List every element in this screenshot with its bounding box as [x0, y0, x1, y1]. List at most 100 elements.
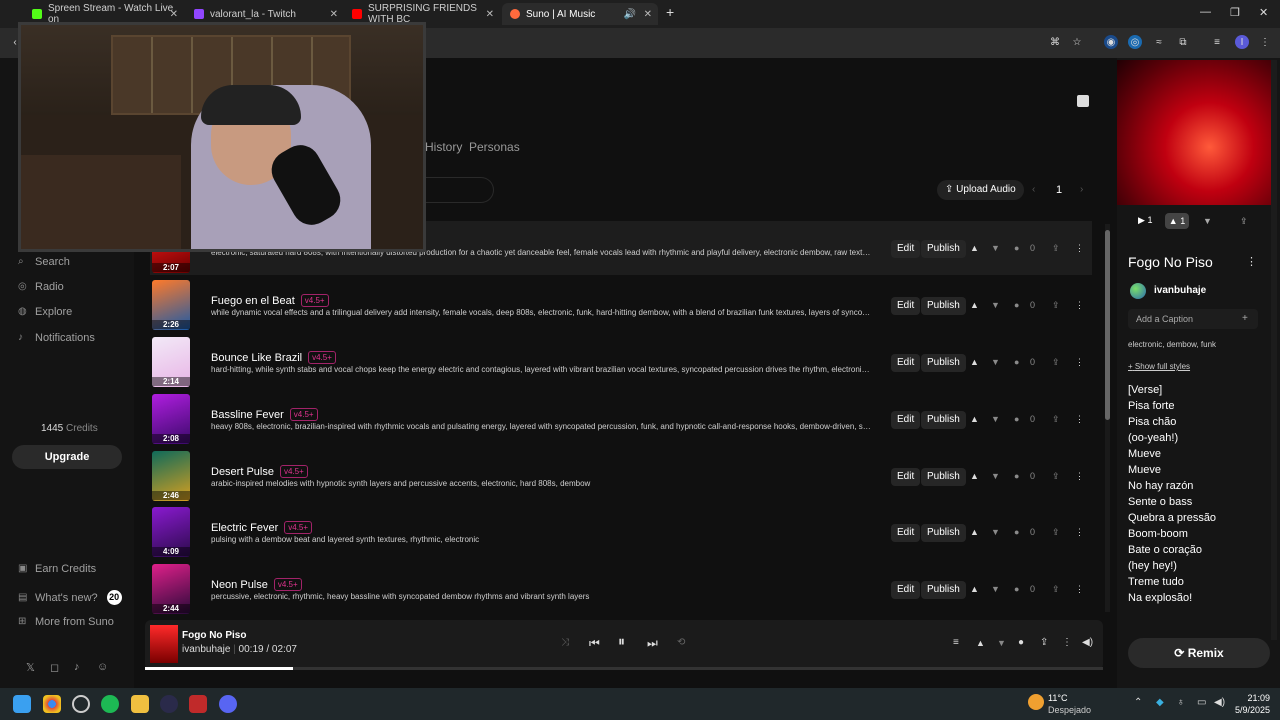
song-thumbnail[interactable]: 2:46 [152, 451, 190, 501]
windows-start-icon[interactable] [13, 695, 31, 713]
thumbs-up-icon[interactable]: ▲ [976, 638, 985, 648]
sidebar-item-explore[interactable]: ◍ Explore [18, 306, 72, 318]
song-title[interactable]: Bassline Fever [211, 409, 284, 421]
speaker-icon[interactable]: ◀) [1214, 697, 1225, 708]
weather-icon[interactable] [1028, 694, 1044, 710]
panel-more-icon[interactable]: ⋮ [1246, 255, 1257, 268]
song-thumbnail[interactable]: 2:26 [152, 280, 190, 330]
sidebar-item-earn-credits[interactable]: ▣ Earn Credits [18, 563, 96, 575]
volume-icon[interactable]: ◀) [1082, 637, 1093, 648]
sidebar-item-more-from-suno[interactable]: ⊞ More from Suno [18, 616, 114, 628]
extension-icon[interactable]: ◎ [1128, 35, 1142, 49]
app-icon[interactable] [160, 695, 178, 713]
thumbs-up-icon[interactable]: ▲ [970, 471, 979, 481]
more-options-icon[interactable]: ⋮ [1075, 471, 1084, 482]
more-options-icon[interactable]: ⋮ [1075, 414, 1084, 425]
share-icon[interactable]: ⇪ [1240, 216, 1248, 227]
comment-icon[interactable]: ● [1014, 527, 1019, 537]
share-icon[interactable]: ⇪ [1052, 527, 1060, 538]
comment-icon[interactable]: ● [1014, 300, 1019, 310]
previous-track-icon[interactable]: ⏮ [589, 636, 600, 651]
thumbs-down-icon[interactable]: ▼ [991, 243, 1000, 253]
player-cover-art[interactable] [150, 625, 178, 663]
show-full-styles-link[interactable]: + Show full styles [1128, 362, 1190, 371]
thumbs-down-icon[interactable]: ▼ [1203, 216, 1212, 226]
publish-button[interactable]: Publish [921, 297, 966, 315]
translate-icon[interactable]: ⌘ [1048, 35, 1062, 49]
song-title[interactable]: Desert Pulse [211, 466, 274, 478]
more-options-icon[interactable]: ⋮ [1075, 584, 1084, 595]
scrollbar-thumb[interactable] [1105, 230, 1110, 420]
puzzle-icon[interactable]: ⧉ [1176, 35, 1190, 49]
close-icon[interactable]: ✕ [170, 9, 178, 20]
song-row[interactable]: 2:14 Bounce Like Brazil v4.5+ hard-hitti… [150, 335, 1092, 389]
song-thumbnail[interactable]: 2:44 [152, 564, 190, 614]
tray-chevron-icon[interactable]: ⌃ [1134, 697, 1142, 708]
song-title[interactable]: Bounce Like Brazil [211, 352, 302, 364]
x-social-icon[interactable]: 𝕏 [26, 661, 35, 674]
extension-icon[interactable]: ≈ [1152, 35, 1166, 49]
sidebar-item-search[interactable]: ⌕ Search [18, 256, 70, 268]
tab-personas[interactable]: Personas [469, 140, 520, 154]
prev-page-icon[interactable]: ‹ [1032, 184, 1035, 195]
song-cover-art[interactable] [1117, 60, 1271, 205]
remix-button[interactable]: ⟳ Remix [1128, 638, 1270, 668]
song-title[interactable]: Neon Pulse [211, 579, 268, 591]
instagram-icon[interactable]: ◻ [50, 661, 59, 674]
panel-play-count[interactable]: ▶ 1 [1138, 215, 1152, 226]
panel-scrollbar[interactable] [1271, 60, 1277, 640]
share-icon[interactable]: ⇪ [1052, 471, 1060, 482]
thumbs-down-icon[interactable]: ▼ [991, 300, 1000, 310]
next-page-icon[interactable]: › [1080, 184, 1083, 195]
shuffle-icon[interactable]: ⤨ [561, 637, 569, 648]
thumbs-down-icon[interactable]: ▼ [997, 638, 1006, 648]
pause-icon[interactable]: ⏸ [618, 633, 625, 650]
discord-icon[interactable]: ☺ [97, 661, 108, 673]
edit-button[interactable]: Edit [891, 411, 921, 429]
comment-icon[interactable]: ● [1014, 584, 1019, 594]
share-icon[interactable]: ⇪ [1052, 243, 1060, 254]
thumbs-up-icon[interactable]: ▲ [970, 414, 979, 424]
more-options-icon[interactable]: ⋮ [1075, 300, 1084, 311]
publish-button[interactable]: Publish [921, 411, 966, 429]
edit-button[interactable]: Edit [891, 581, 921, 599]
thumbs-up-icon[interactable]: ▲ [970, 357, 979, 367]
speaker-icon[interactable]: 🔊 [624, 9, 636, 20]
share-icon[interactable]: ⇪ [1052, 300, 1060, 311]
thumbs-up-icon[interactable]: ▲ [970, 527, 979, 537]
share-icon[interactable]: ⇪ [1052, 414, 1060, 425]
publish-button[interactable]: Publish [921, 581, 966, 599]
share-icon[interactable]: ⇪ [1052, 357, 1060, 368]
close-icon[interactable]: ✕ [486, 9, 494, 20]
player-artist[interactable]: ivanbuhaje [182, 644, 230, 655]
comment-icon[interactable]: ● [1018, 637, 1024, 648]
thumbs-down-icon[interactable]: ▼ [991, 414, 1000, 424]
more-options-icon[interactable]: ⋮ [1075, 243, 1084, 254]
new-tab-icon[interactable]: + [666, 4, 674, 20]
menu-kebab-icon[interactable]: ⋮ [1258, 35, 1272, 49]
next-track-icon[interactable]: ⏭ [647, 636, 658, 651]
thumbs-up-icon[interactable]: ▲ [970, 300, 979, 310]
share-icon[interactable]: ⇪ [1052, 584, 1060, 595]
edit-button[interactable]: Edit [891, 468, 921, 486]
more-options-icon[interactable]: ⋮ [1075, 527, 1084, 538]
song-row[interactable]: 2:44 Neon Pulse v4.5+ percussive, electr… [150, 562, 1092, 616]
profile-avatar-icon[interactable]: I [1235, 35, 1249, 49]
thumbs-down-icon[interactable]: ▼ [991, 471, 1000, 481]
app-icon[interactable] [189, 695, 207, 713]
sidebar-item-whats-new[interactable]: ▤ What's new? 20 [18, 590, 122, 605]
song-title[interactable]: Electric Fever [211, 522, 278, 534]
edit-button[interactable]: Edit [891, 297, 921, 315]
minimize-icon[interactable]: — [1200, 6, 1211, 18]
thumbs-down-icon[interactable]: ▼ [991, 584, 1000, 594]
trash-icon[interactable] [1077, 95, 1089, 107]
extension-icon[interactable]: ◉ [1104, 35, 1118, 49]
upgrade-button[interactable]: Upgrade [12, 445, 122, 469]
bookmark-star-icon[interactable]: ☆ [1070, 35, 1084, 49]
song-row[interactable]: 2:46 Desert Pulse v4.5+ arabic-inspired … [150, 449, 1092, 503]
publish-button[interactable]: Publish [921, 354, 966, 372]
reading-list-icon[interactable]: ≡ [1210, 35, 1224, 49]
comment-icon[interactable]: ● [1014, 471, 1019, 481]
spotify-icon[interactable] [101, 695, 119, 713]
microphone-icon[interactable]: ♁ [1177, 697, 1185, 708]
